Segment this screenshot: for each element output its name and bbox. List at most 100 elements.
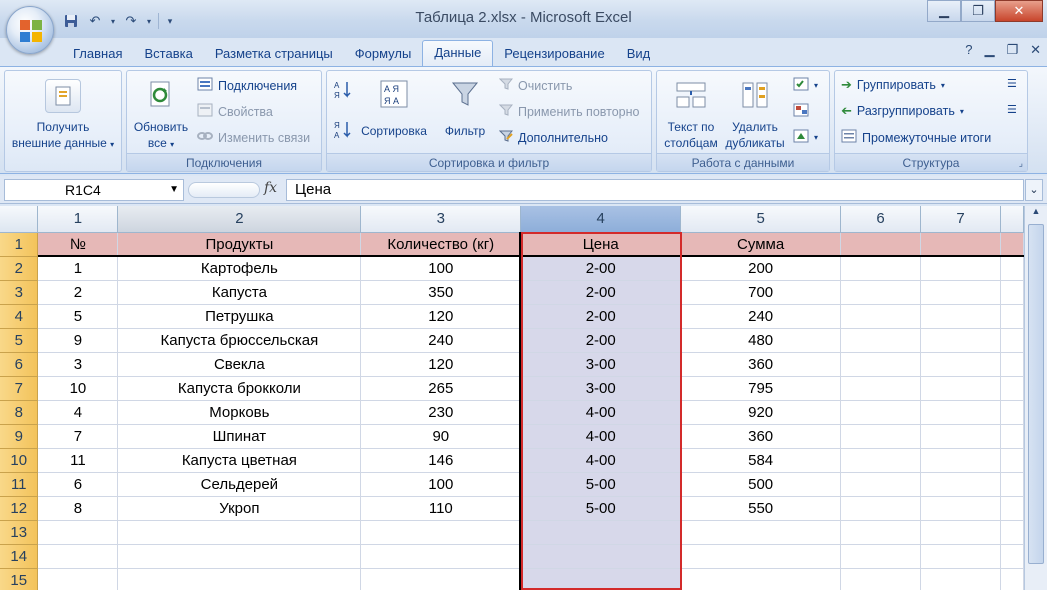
cell[interactable]: 1 (37, 256, 119, 281)
cell[interactable] (37, 544, 119, 569)
cell[interactable] (840, 400, 922, 425)
chevron-down-icon[interactable]: ▼ (169, 180, 179, 200)
ribbon-minimize-icon[interactable]: ▁ (984, 42, 994, 58)
row-header[interactable]: 14 (0, 544, 39, 569)
cell[interactable] (680, 568, 842, 590)
cell[interactable]: 120 (360, 352, 522, 377)
cell[interactable]: Капуста цветная (117, 448, 362, 473)
cell[interactable] (1000, 400, 1025, 425)
cell[interactable] (1000, 520, 1025, 545)
minimize-button[interactable]: ▁ (927, 0, 961, 22)
worksheet-grid[interactable]: 1 2 3 4 5 6 7 1 № Продукты Количество (к… (0, 206, 1025, 590)
cell[interactable]: Капуста брокколи (117, 376, 362, 401)
row-header[interactable]: 8 (0, 400, 39, 425)
cell[interactable] (920, 400, 1001, 425)
column-header[interactable]: 6 (840, 206, 922, 233)
cell[interactable] (920, 256, 1001, 281)
cell[interactable] (840, 232, 922, 257)
cell[interactable]: 2-00 (520, 256, 682, 281)
cell[interactable] (1000, 424, 1025, 449)
maximize-button[interactable]: ❐ (961, 0, 995, 22)
vertical-scrollbar[interactable]: ▲ (1024, 206, 1047, 590)
cell[interactable]: Шпинат (117, 424, 362, 449)
cell[interactable] (520, 520, 682, 545)
row-header[interactable]: 7 (0, 376, 39, 401)
ribbon-close-icon[interactable]: ✕ (1030, 42, 1041, 58)
tab-home[interactable]: Главная (62, 42, 133, 66)
cell[interactable] (920, 424, 1001, 449)
cell[interactable]: Картофель (117, 256, 362, 281)
column-header[interactable]: 2 (117, 206, 362, 233)
subtotal-button[interactable]: Промежуточные итоги (841, 129, 991, 146)
cell[interactable]: Капуста (117, 280, 362, 305)
office-button[interactable] (6, 6, 54, 54)
cell[interactable]: 120 (360, 304, 522, 329)
cell[interactable]: Количество (кг) (360, 232, 522, 257)
cell[interactable]: 2-00 (520, 328, 682, 353)
tab-review[interactable]: Рецензирование (493, 42, 615, 66)
cell[interactable]: 10 (37, 376, 119, 401)
cell[interactable]: Продукты (117, 232, 362, 257)
close-button[interactable]: ✕ (995, 0, 1043, 22)
row-header[interactable]: 9 (0, 424, 39, 449)
cell[interactable]: Сельдерей (117, 472, 362, 497)
cell[interactable] (840, 496, 922, 521)
ribbon-restore-icon[interactable]: ❐ (1006, 42, 1018, 58)
cell[interactable] (520, 568, 682, 590)
cell[interactable] (360, 544, 522, 569)
cell[interactable] (117, 520, 362, 545)
cell[interactable]: 584 (680, 448, 842, 473)
cell[interactable] (920, 520, 1001, 545)
tab-formulas[interactable]: Формулы (344, 42, 423, 66)
formula-input[interactable]: Цена (286, 179, 1024, 201)
cell[interactable] (680, 520, 842, 545)
cell[interactable]: 200 (680, 256, 842, 281)
cell[interactable] (840, 352, 922, 377)
cell[interactable] (520, 544, 682, 569)
show-detail-button[interactable]: ☰ (1007, 77, 1017, 90)
remove-duplicates-button[interactable]: Удалить дубликаты (723, 75, 787, 153)
cell[interactable]: Петрушка (117, 304, 362, 329)
cell[interactable]: 2-00 (520, 280, 682, 305)
cell[interactable]: 4-00 (520, 424, 682, 449)
expand-formula-bar-icon[interactable]: ⌄ (1025, 179, 1043, 201)
tab-page-layout[interactable]: Разметка страницы (204, 42, 344, 66)
cell[interactable] (1000, 352, 1025, 377)
tab-data[interactable]: Данные (422, 40, 494, 66)
cell[interactable] (840, 304, 922, 329)
connections-button[interactable]: Подключения (197, 77, 297, 94)
cell[interactable]: 3 (37, 352, 119, 377)
cell[interactable] (920, 328, 1001, 353)
column-header[interactable]: 7 (920, 206, 1001, 233)
sort-za-button[interactable]: ЯА (331, 119, 355, 143)
column-header[interactable]: 1 (37, 206, 119, 233)
cell[interactable] (920, 352, 1001, 377)
hide-detail-button[interactable]: ☰ (1007, 103, 1017, 116)
cell[interactable]: 7 (37, 424, 119, 449)
cell[interactable] (840, 376, 922, 401)
filter-button[interactable]: Фильтр (435, 75, 495, 153)
cell[interactable]: 4 (37, 400, 119, 425)
text-to-columns-button[interactable]: Текст по столбцам (659, 75, 723, 153)
cell[interactable] (1000, 544, 1025, 569)
refresh-all-button[interactable]: Обновить все ▾ (129, 75, 193, 153)
dialog-launcher-icon[interactable]: ⌟ (1019, 154, 1023, 172)
cell[interactable] (117, 568, 362, 590)
cell[interactable] (920, 304, 1001, 329)
cell[interactable] (840, 448, 922, 473)
row-header[interactable]: 10 (0, 448, 39, 473)
cell[interactable]: 90 (360, 424, 522, 449)
cell[interactable]: Сумма (680, 232, 842, 257)
cell[interactable] (37, 520, 119, 545)
column-header[interactable]: 5 (680, 206, 842, 233)
cell[interactable] (360, 568, 522, 590)
what-if-button[interactable]: ▾ (793, 129, 818, 146)
row-header[interactable]: 12 (0, 496, 39, 521)
row-header[interactable]: 3 (0, 280, 39, 305)
name-box[interactable]: R1C4 ▼ (4, 179, 184, 201)
cell[interactable] (840, 328, 922, 353)
cell[interactable]: 5-00 (520, 496, 682, 521)
advanced-filter-button[interactable]: Дополнительно (498, 129, 608, 146)
cell[interactable]: 5 (37, 304, 119, 329)
cell[interactable]: 240 (360, 328, 522, 353)
